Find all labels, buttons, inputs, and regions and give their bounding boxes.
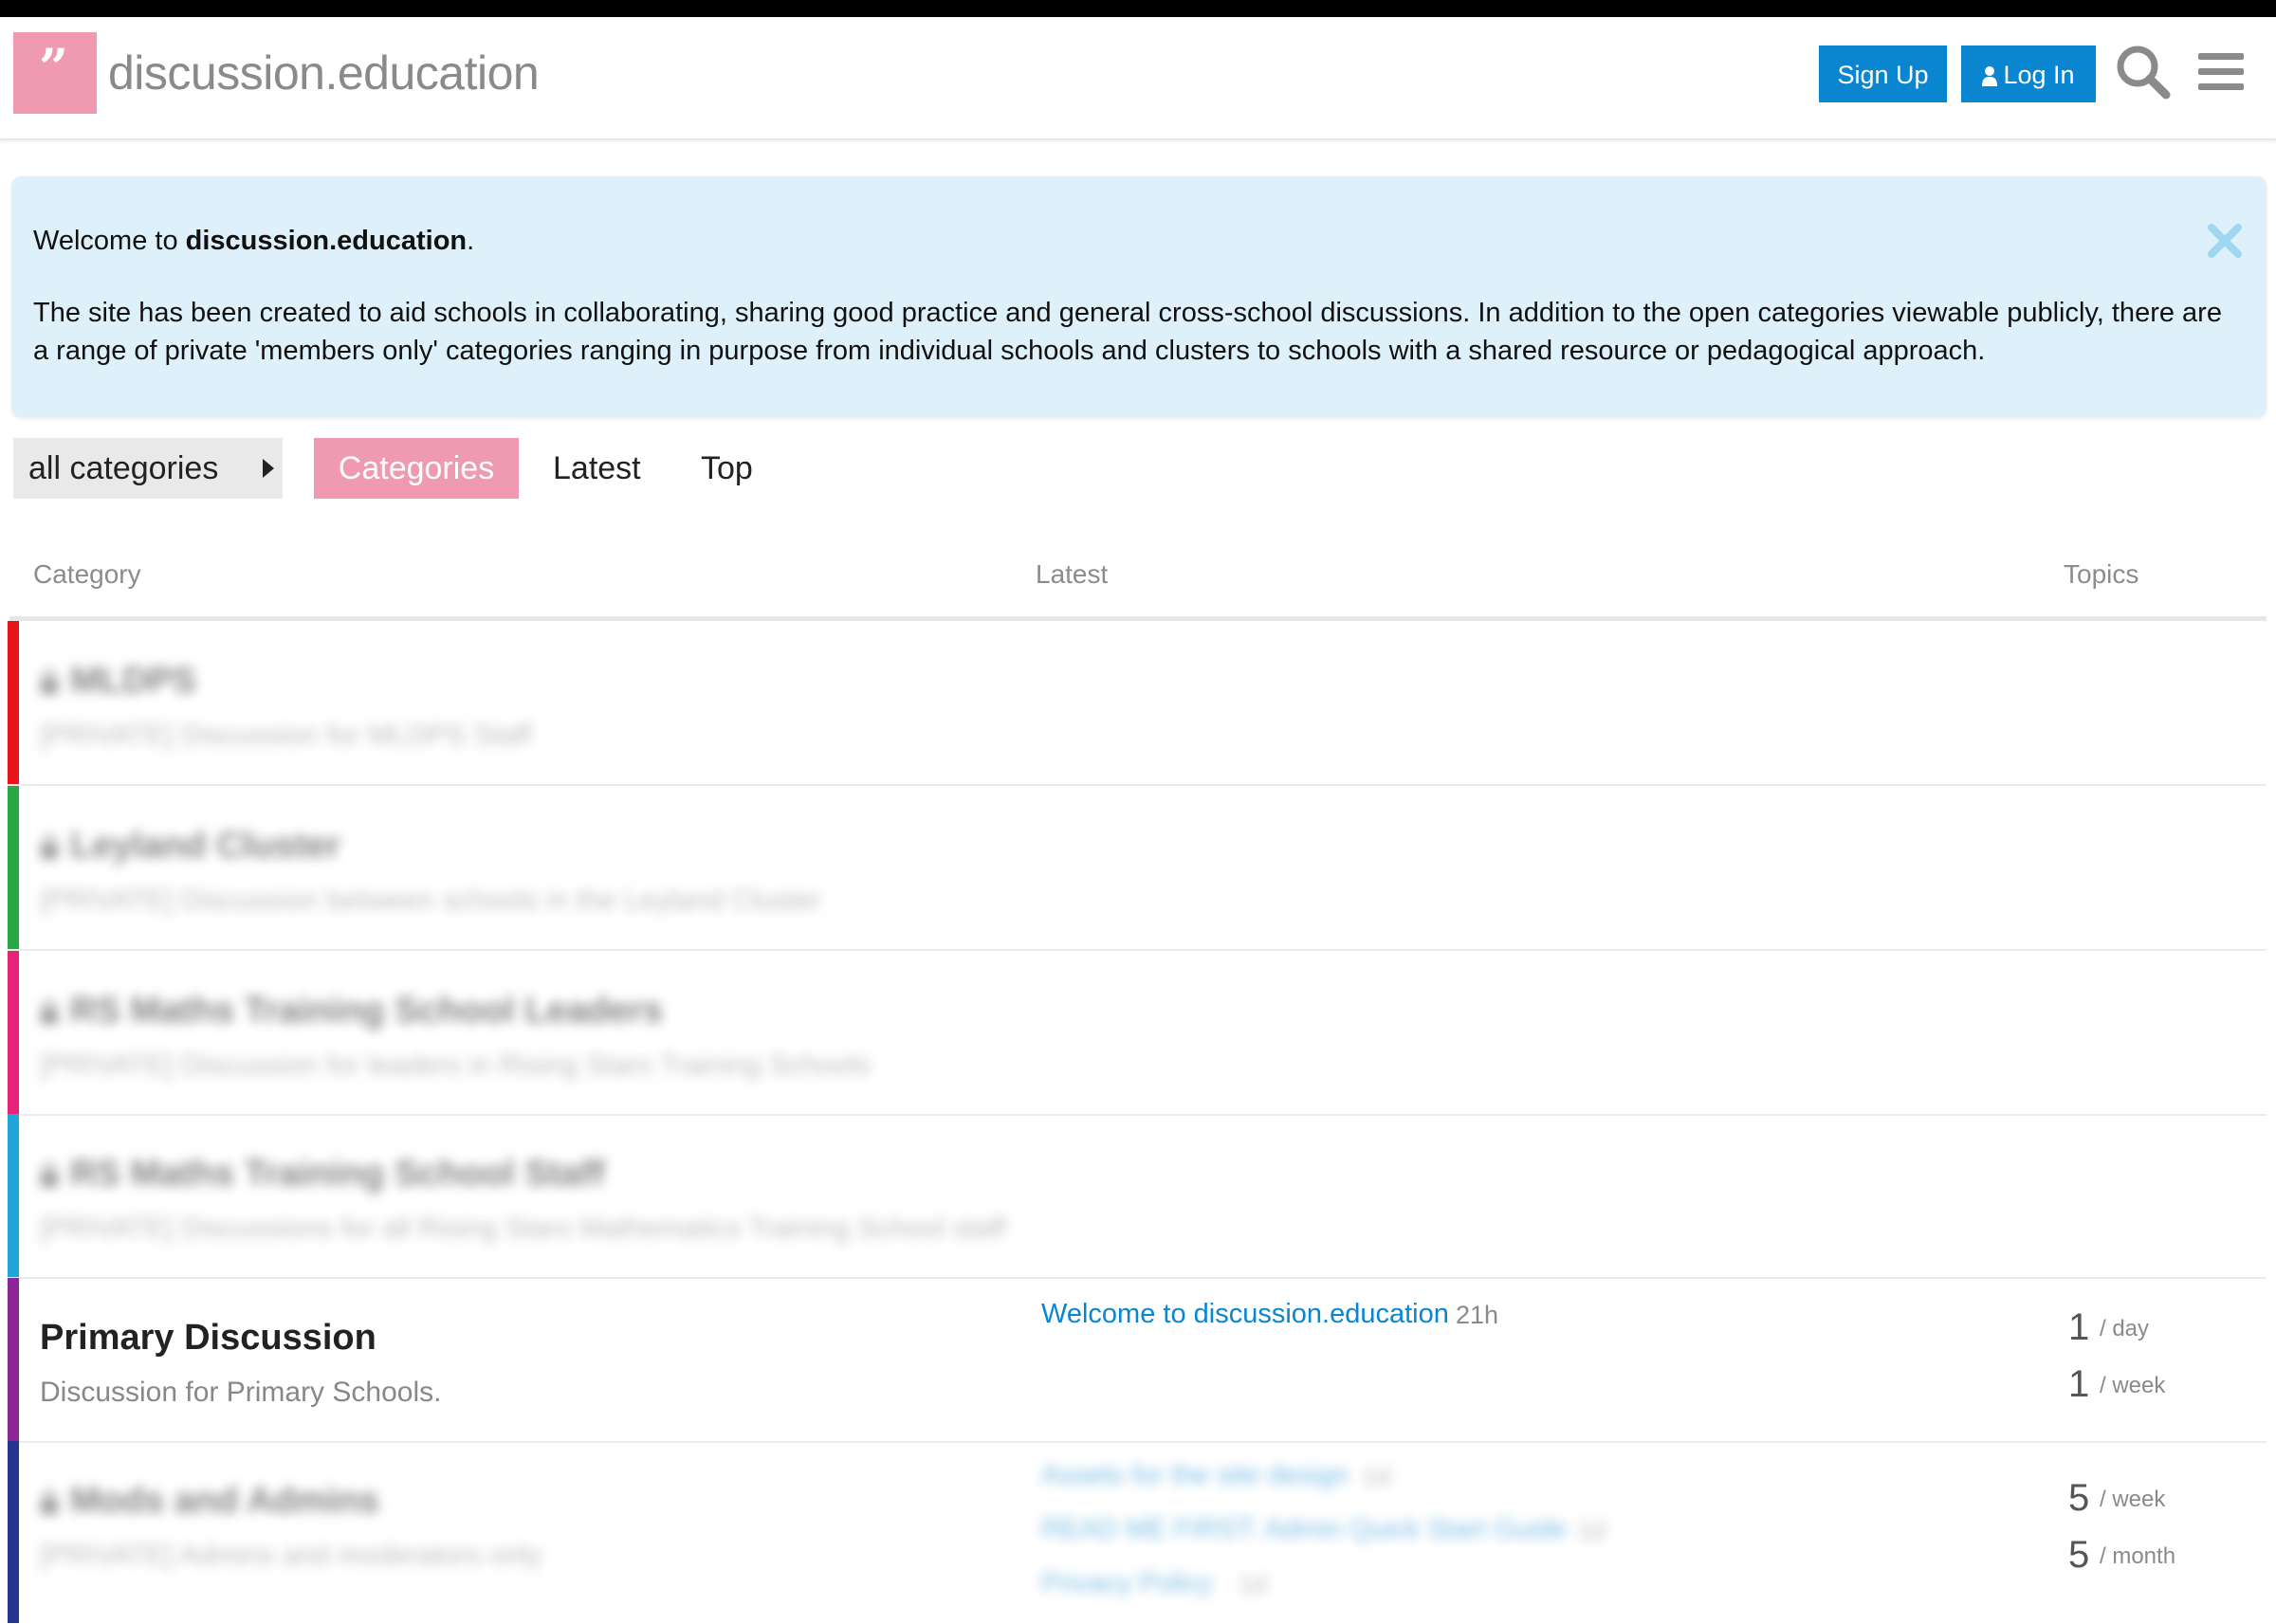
latest-topic-link[interactable]: READ ME FIRST: Admin Quick Start Guide (1041, 1514, 1567, 1545)
latest-topic-link[interactable]: Privacy Policy (1041, 1568, 1213, 1599)
latest-topic-age: 1d (1577, 1516, 1606, 1544)
user-icon (1982, 66, 1998, 86)
welcome-heading: Welcome to discussion.education. (33, 226, 475, 256)
stat-count: 5 (2068, 1477, 2090, 1519)
category-name[interactable]: Primary Discussion (40, 1318, 376, 1359)
latest-topic-age: 1d (1362, 1462, 1391, 1490)
category-description: [PRIVATE] Discussion for leaders in Risi… (40, 1049, 871, 1081)
category-name[interactable]: RS Maths Training School Leaders (40, 991, 663, 1031)
close-icon[interactable] (2206, 222, 2244, 260)
category-description: [PRIVATE] Discussions for all Rising Sta… (40, 1213, 1006, 1244)
lock-icon (41, 834, 58, 859)
category-row[interactable]: RS Maths Training School Staff [PRIVATE]… (8, 1114, 2267, 1279)
search-icon[interactable] (2113, 42, 2174, 102)
lock-icon (41, 669, 58, 694)
stat-unit: / day (2100, 1316, 2150, 1341)
log-in-button[interactable]: Log In (1961, 46, 2096, 102)
category-dropdown-label: all categories (28, 450, 219, 486)
quote-logo-icon: ” (39, 37, 69, 98)
stat-count: 1 (2068, 1306, 2090, 1348)
latest-topic-link[interactable]: Assets for the site design (1041, 1460, 1349, 1491)
category-color-bar (8, 1278, 19, 1441)
welcome-site-name: discussion.education (185, 226, 468, 256)
category-description: Discussion for Primary Schools. (40, 1377, 442, 1408)
column-header-latest: Latest (1036, 559, 1109, 589)
stat-unit: / month (2100, 1543, 2176, 1569)
category-color-bar (8, 951, 19, 1114)
category-description: [PRIVATE] Discussion for MLDPS Staff (40, 720, 532, 751)
caret-right-icon (263, 459, 274, 478)
category-color-bar (8, 1441, 19, 1623)
lock-icon (41, 1489, 58, 1514)
latest-topic-age: 1d (1239, 1570, 1268, 1598)
category-name[interactable]: Mods and Admins (40, 1481, 379, 1522)
latest-topic-link[interactable]: Welcome to discussion.education (1041, 1299, 1449, 1330)
welcome-body: The site has been created to aid schools… (33, 298, 2222, 366)
site-header: ” discussion.education Sign Up Log In (0, 17, 2276, 140)
tab-top[interactable]: Top (701, 438, 753, 499)
category-color-bar (8, 621, 19, 784)
hamburger-menu-icon[interactable] (2193, 42, 2253, 102)
category-color-bar (8, 786, 19, 949)
site-logo[interactable]: ” (13, 32, 97, 114)
stat-count: 5 (2068, 1534, 2090, 1576)
category-name[interactable]: Leyland Cluster (40, 826, 340, 867)
welcome-banner: Welcome to discussion.education. The sit… (11, 176, 2267, 417)
stat-count: 1 (2068, 1363, 2090, 1405)
category-row[interactable]: Leyland Cluster [PRIVATE] Discussion bet… (8, 786, 2267, 951)
category-row[interactable]: MLDPS [PRIVATE] Discussion for MLDPS Sta… (8, 621, 2267, 786)
column-header-category: Category (33, 559, 141, 589)
site-title[interactable]: discussion.education (108, 46, 540, 100)
category-row[interactable]: RS Maths Training School Leaders [PRIVAT… (8, 951, 2267, 1116)
category-name[interactable]: MLDPS (40, 661, 196, 702)
lock-icon (41, 1162, 58, 1187)
latest-topic-age: 21h (1456, 1301, 1499, 1329)
top-black-strip (0, 0, 2276, 17)
tab-latest[interactable]: Latest (553, 438, 641, 499)
category-description: [PRIVATE] Discussion between schools in … (40, 885, 822, 916)
category-row[interactable]: Primary Discussion Discussion for Primar… (8, 1278, 2267, 1443)
lock-icon (41, 999, 58, 1024)
stat-unit: / week (2100, 1487, 2166, 1512)
stat-unit: / week (2100, 1373, 2166, 1398)
column-header-topics: Topics (2064, 559, 2139, 589)
sign-up-button[interactable]: Sign Up (1819, 46, 1947, 102)
category-color-bar (8, 1114, 19, 1277)
category-name[interactable]: RS Maths Training School Staff (40, 1154, 605, 1195)
category-description: [PRIVATE] Admins and moderators only (40, 1540, 542, 1571)
tab-categories[interactable]: Categories (314, 438, 519, 499)
category-dropdown[interactable]: all categories (13, 438, 283, 499)
log-in-label: Log In (2003, 61, 2075, 89)
category-row[interactable]: Mods and Admins [PRIVATE] Admins and mod… (8, 1441, 2267, 1623)
